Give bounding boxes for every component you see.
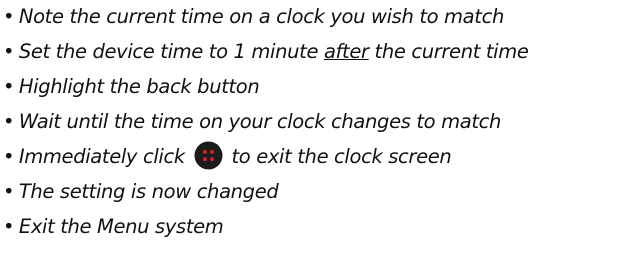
list-item: • Set the device time to 1 minute after … [3,35,529,69]
list-item: • Immediately click to exit the clock sc… [3,140,452,174]
step-text: Wait until the time on your clock change… [18,110,502,133]
step-text: Highlight the back button [18,75,260,98]
bullet: • [3,215,15,238]
bullet: • [3,5,15,28]
step-text: to exit the clock screen [231,145,452,168]
list-item: • Wait until the time on your clock chan… [3,105,501,139]
step-text: Exit the Menu system [18,215,224,238]
step-text: Note the current time on a clock you wis… [18,5,504,28]
bullet: • [3,40,15,63]
list-item: • The setting is now changed [3,175,279,209]
bullet: • [3,145,15,168]
instruction-list: • Note the current time on a clock you w… [0,0,636,262]
crop-edge [0,0,636,3]
step-text: Immediately click [18,145,191,168]
bullet: • [3,180,15,203]
bullet: • [3,110,15,133]
bullet: • [3,75,15,98]
step-text: the current time [374,40,529,63]
step-text: The setting is now changed [18,180,279,203]
step-text: Set the device time to 1 minute [18,40,324,63]
list-item: • Exit the Menu system [3,210,224,244]
list-item: • Highlight the back button [3,70,260,104]
emphasis-text: after [323,40,369,63]
list-item: • Note the current time on a clock you w… [3,0,504,34]
back-button-icon [194,141,223,170]
